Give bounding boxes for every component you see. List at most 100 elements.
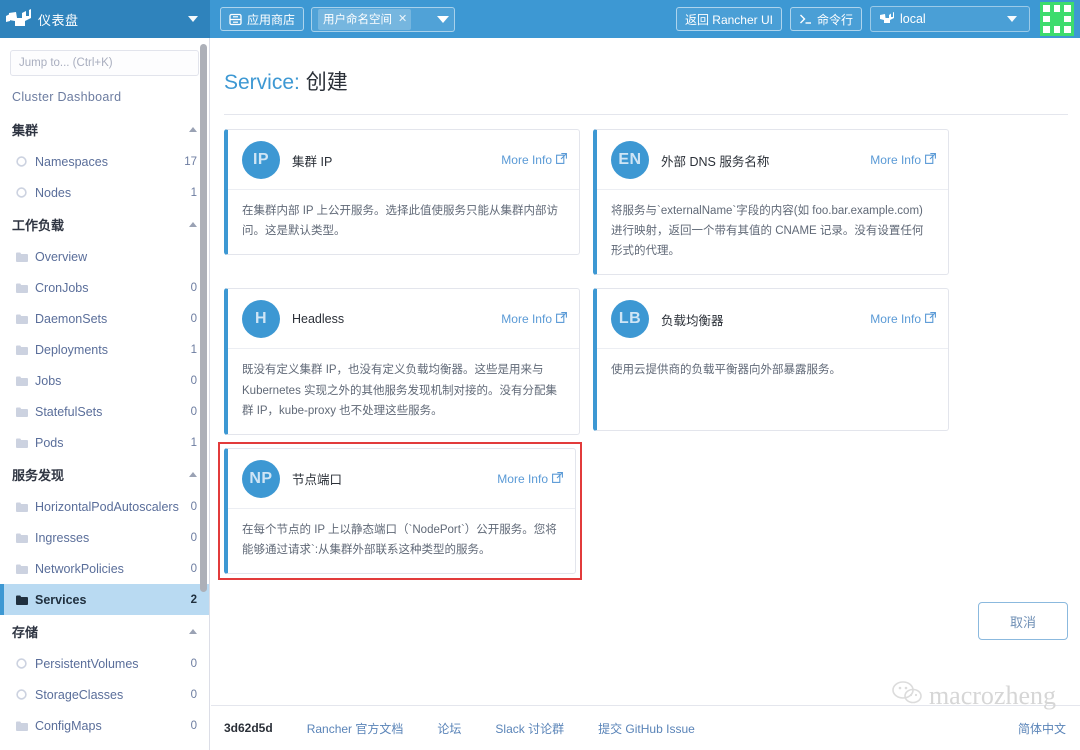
service-type-card[interactable]: LB 负载均衡器 More Info 使用云提供商的负载平衡器向外部暴露服务。	[593, 288, 949, 434]
sidebar-item-pods[interactable]: Pods 1	[0, 427, 209, 458]
sidebar-item-count: 0	[190, 719, 197, 732]
footer-link[interactable]: Slack 讨论群	[495, 720, 564, 737]
footer-link[interactable]: 提交 GitHub Issue	[598, 720, 695, 737]
folder-icon	[16, 438, 29, 448]
rancher-cow-logo-icon	[6, 7, 32, 31]
sidebar-item-label: ConfigMaps	[35, 718, 102, 733]
service-type-card-grid: IP 集群 IP More Info 在集群内部 IP 上公开服务。选择此值使服务只能…	[211, 115, 1080, 580]
sidebar-nav: 集群 Namespaces 17 Nodes 1 工作负载 Overview CronJobs…	[0, 113, 209, 750]
chevron-down-icon[interactable]	[437, 15, 450, 23]
service-type-card-selected[interactable]: NP 节点端口 More Info 在每个节点的 IP 上以静态端口（`NodePor…	[218, 441, 582, 580]
cluster-dashboard-label: Cluster Dashboard	[12, 90, 122, 104]
sidebar-item-daemonsets[interactable]: DaemonSets 0	[0, 303, 209, 334]
footer-link[interactable]: 论坛	[437, 720, 461, 737]
dashboard-selector[interactable]: 仪表盘	[0, 0, 210, 38]
sidebar-item-count: 0	[190, 281, 197, 294]
sidebar-item-statefulsets[interactable]: StatefulSets 0	[0, 396, 209, 427]
search-placeholder: Jump to... (Ctrl+K)	[19, 57, 113, 69]
card-header: NP 节点端口 More Info	[228, 449, 575, 508]
sidebar-item-label: Nodes	[35, 185, 72, 200]
folder-icon	[16, 407, 29, 417]
sidebar-item-horizontalpodautoscalers[interactable]: HorizontalPodAutoscalers 0	[0, 491, 209, 522]
sidebar-group-header[interactable]: 工作负载	[0, 208, 209, 241]
sidebar-item-services[interactable]: Services 2	[0, 584, 209, 615]
card[interactable]: H Headless More Info 既没有定义集群 IP，也没有定义负载均衡器。…	[224, 288, 580, 435]
sidebar-group-header[interactable]: 存储	[0, 615, 209, 648]
more-info-link[interactable]: More Info	[501, 153, 567, 167]
sidebar-item-cluster-dashboard[interactable]: Cluster Dashboard	[0, 82, 209, 113]
more-info-link[interactable]: More Info	[870, 312, 936, 326]
more-info-link[interactable]: More Info	[870, 153, 936, 167]
sidebar-item-jobs[interactable]: Jobs 0	[0, 365, 209, 396]
sidebar-item-count: 1	[190, 436, 197, 449]
namespace-filter[interactable]: 用户命名空间 ✕	[311, 6, 456, 32]
sidebar-group-header[interactable]: 集群	[0, 113, 209, 146]
sidebar-item-overview[interactable]: Overview	[0, 241, 209, 272]
qr-code-icon[interactable]	[1040, 2, 1074, 36]
sidebar-item-label: Pods	[35, 435, 64, 450]
sidebar-item-deployments[interactable]: Deployments 1	[0, 334, 209, 365]
apps-store-button[interactable]: 应用商店	[220, 7, 305, 31]
more-info-link[interactable]: More Info	[501, 312, 567, 326]
sidebar-group-label: 服务发现	[12, 468, 65, 483]
namespace-chip[interactable]: 用户命名空间 ✕	[318, 8, 412, 30]
service-type-card[interactable]: IP 集群 IP More Info 在集群内部 IP 上公开服务。选择此值使服务只能…	[224, 129, 580, 275]
chevron-down-icon[interactable]	[1007, 16, 1017, 22]
namespace-chip-label: 用户命名空间	[323, 13, 393, 26]
card[interactable]: NP 节点端口 More Info 在每个节点的 IP 上以静态端口（`NodePor…	[224, 447, 576, 574]
chevron-up-icon[interactable]	[189, 472, 197, 477]
circle-icon	[16, 156, 29, 167]
card-header: H Headless More Info	[228, 289, 579, 348]
card[interactable]: EN 外部 DNS 服务名称 More Info 将服务与`externalName`…	[593, 129, 949, 276]
circle-icon	[16, 689, 29, 700]
page-footer: 3d62d5d Rancher 官方文档 论坛 Slack 讨论群 提交 GitHub…	[211, 705, 1080, 750]
service-type-name: 负载均衡器	[661, 313, 724, 328]
external-link-icon	[552, 471, 563, 486]
circle-icon	[16, 187, 29, 198]
sidebar-item-label: StatefulSets	[35, 404, 103, 419]
folder-icon	[16, 314, 29, 324]
sidebar-item-count: 0	[190, 657, 197, 670]
shell-label: 命令行	[816, 12, 853, 27]
card[interactable]: IP 集群 IP More Info 在集群内部 IP 上公开服务。选择此值使服务只能…	[224, 129, 580, 256]
shell-button[interactable]: 命令行	[789, 7, 862, 31]
sidebar-item-count: 0	[190, 562, 197, 575]
more-info-link[interactable]: More Info	[497, 472, 563, 486]
sidebar-item-networkpolicies[interactable]: NetworkPolicies 0	[0, 553, 209, 584]
service-type-avatar: LB	[611, 300, 649, 339]
chevron-up-icon[interactable]	[189, 127, 197, 132]
cluster-selector[interactable]: local	[870, 6, 1030, 32]
service-type-card[interactable]: H Headless More Info 既没有定义集群 IP，也没有定义负载均衡器。…	[224, 288, 580, 435]
sidebar-group-header[interactable]: 服务发现	[0, 458, 209, 491]
language-switcher[interactable]: 简体中文	[1018, 720, 1066, 737]
more-info-label: More Info	[501, 312, 552, 327]
sidebar-item-ingresses[interactable]: Ingresses 0	[0, 522, 209, 553]
sidebar-item-label: Jobs	[35, 373, 62, 388]
sidebar-scrollbar[interactable]	[200, 44, 207, 592]
sidebar-item-label: Namespaces	[35, 154, 108, 169]
card[interactable]: LB 负载均衡器 More Info 使用云提供商的负载平衡器向外部暴露服务。	[593, 288, 949, 432]
sidebar-item-persistentvolumes[interactable]: PersistentVolumes 0	[0, 648, 209, 679]
service-type-avatar: NP	[242, 459, 280, 498]
sidebar-item-cronjobs[interactable]: CronJobs 0	[0, 272, 209, 303]
close-icon[interactable]: ✕	[398, 12, 407, 25]
sidebar-item-namespaces[interactable]: Namespaces 17	[0, 146, 209, 177]
cancel-button[interactable]: 取消	[978, 602, 1068, 640]
back-to-rancher-button[interactable]: 返回 Rancher UI	[675, 7, 782, 31]
sidebar-item-persistentvolumeclaims[interactable]: PersistentVolumeClaims0	[0, 741, 209, 750]
sidebar-item-nodes[interactable]: Nodes 1	[0, 177, 209, 208]
service-type-description: 将服务与`externalName`字段的内容(如 foo.bar.exampl…	[597, 189, 948, 274]
chevron-down-icon[interactable]	[188, 16, 198, 22]
footer-link[interactable]: Rancher 官方文档	[307, 720, 404, 737]
sidebar-item-configmaps[interactable]: ConfigMaps 0	[0, 710, 209, 741]
search-input[interactable]: Jump to... (Ctrl+K)	[10, 50, 199, 76]
chevron-up-icon[interactable]	[189, 222, 197, 227]
sidebar-item-count: 0	[190, 405, 197, 418]
sidebar-item-count: 1	[190, 343, 197, 356]
service-type-card[interactable]: EN 外部 DNS 服务名称 More Info 将服务与`externalName`…	[593, 129, 949, 276]
sidebar-item-label: HorizontalPodAutoscalers	[35, 499, 179, 514]
chevron-up-icon[interactable]	[189, 629, 197, 634]
sidebar-item-count: 0	[190, 312, 197, 325]
sidebar-item-storageclasses[interactable]: StorageClasses 0	[0, 679, 209, 710]
sidebar: Jump to... (Ctrl+K) Cluster Dashboard 集群…	[0, 38, 210, 750]
